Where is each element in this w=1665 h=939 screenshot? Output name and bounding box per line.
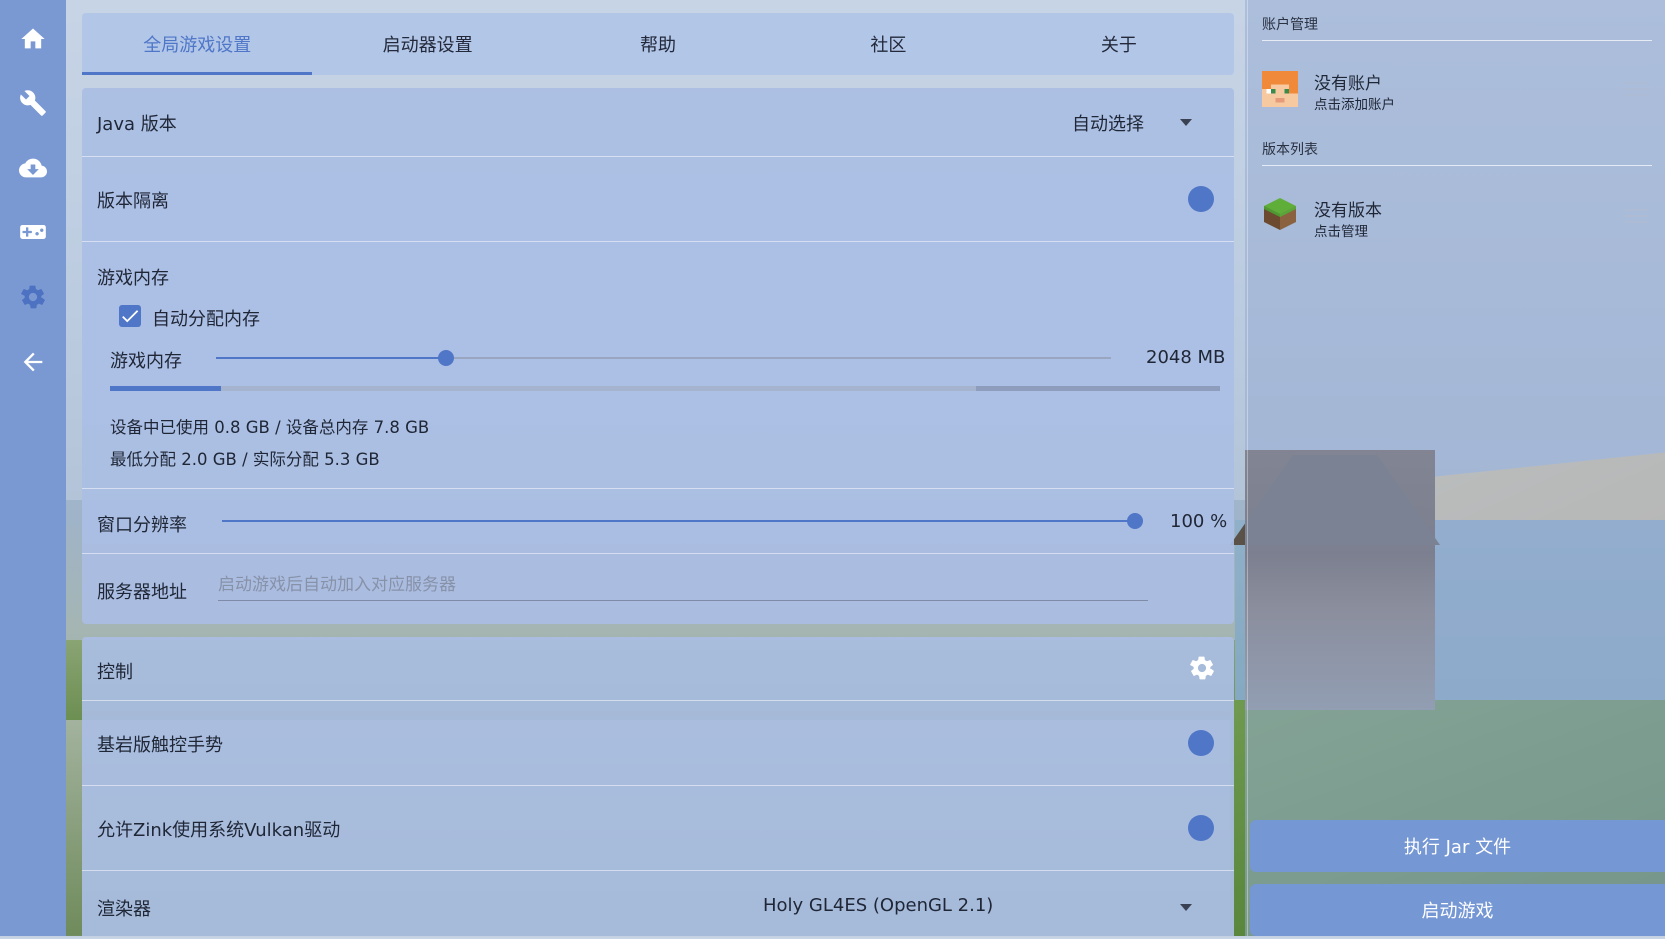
auto-memory-label: 自动分配内存 [152,309,260,330]
nav-rail [0,0,66,936]
tab-launcher-settings[interactable]: 启动器设置 [312,13,542,75]
account-section-divider [1262,40,1652,41]
account-section-title: 账户管理 [1262,17,1318,33]
zink-vulkan-row: 允许Zink使用系统Vulkan驱动 [82,786,1234,871]
tab-help[interactable]: 帮助 [543,13,773,75]
version-section-divider [1262,165,1652,166]
server-address-row: 服务器地址 [82,554,1234,624]
resolution-label: 窗口分辨率 [97,515,187,536]
account-avatar[interactable] [1262,71,1298,107]
account-title[interactable]: 没有账户 [1314,69,1382,94]
control-label: 控制 [97,662,133,683]
tab-global-game-settings[interactable]: 全局游戏设置 [82,13,313,75]
gamepad-icon[interactable] [17,216,49,248]
cloud-download-icon[interactable] [17,152,49,184]
game-memory-section: 游戏内存 自动分配内存 游戏内存 2048 MB 设备中已使用 0.8 GB /… [82,242,1234,489]
version-section-title: 版本列表 [1262,142,1318,158]
version-isolation-label: 版本隔离 [97,191,169,212]
memory-used-bar [110,386,221,391]
chevron-down-icon[interactable] [1180,119,1192,126]
settings-tabs: 全局游戏设置 启动器设置 帮助 社区 关于 [82,13,1234,75]
account-menu-icon[interactable] [1625,82,1649,100]
version-isolation-toggle[interactable] [1188,186,1214,212]
version-title[interactable]: 没有版本 [1314,196,1382,221]
version-menu-icon[interactable] [1625,209,1649,227]
control-row[interactable]: 控制 [82,637,1234,701]
gear-icon[interactable] [17,281,49,313]
allocation-info: 最低分配 2.0 GB / 实际分配 5.3 GB [110,450,380,469]
server-address-label: 服务器地址 [97,582,187,603]
resolution-slider-track[interactable] [222,520,1135,522]
renderer-chevron-down-icon[interactable] [1180,904,1192,911]
java-version-row[interactable]: Java 版本 自动选择 [82,88,1234,157]
bedrock-gesture-label: 基岩版触控手势 [97,735,223,756]
tab-about[interactable]: 关于 [1004,13,1234,75]
server-address-input[interactable] [218,570,1148,601]
java-version-value[interactable]: 自动选择 [1072,110,1144,136]
java-version-label: Java 版本 [97,114,177,135]
tab-community[interactable]: 社区 [773,13,1003,75]
launch-game-button[interactable]: 启动游戏 [1250,884,1665,936]
version-subtitle: 点击管理 [1314,224,1368,240]
control-settings-card: 控制 基岩版触控手势 允许Zink使用系统Vulkan驱动 渲染器 Holy G… [82,637,1234,936]
memory-slider-label: 游戏内存 [110,351,182,372]
memory-usage-bar [110,386,1220,391]
device-memory-info: 设备中已使用 0.8 GB / 设备总内存 7.8 GB [110,418,430,437]
control-gear-icon[interactable] [1188,654,1216,682]
account-subtitle: 点击添加账户 [1314,97,1395,113]
version-isolation-row: 版本隔离 [82,157,1234,242]
resolution-value: 100 % [1170,511,1228,532]
home-icon[interactable] [17,23,49,55]
memory-allocated-bar [221,386,976,391]
memory-value: 2048 MB [1146,347,1226,368]
renderer-label: 渲染器 [97,899,151,920]
memory-section-title: 游戏内存 [97,268,169,289]
game-settings-card: Java 版本 自动选择 版本隔离 游戏内存 自动分配内存 游戏内存 2048 … [82,88,1234,624]
zink-vulkan-label: 允许Zink使用系统Vulkan驱动 [97,820,341,841]
window-resolution-row: 窗口分辨率 100 % [82,489,1234,554]
auto-memory-checkbox[interactable] [119,305,141,327]
renderer-row[interactable]: 渲染器 Holy GL4ES (OpenGL 2.1) [82,871,1234,939]
bedrock-gesture-toggle[interactable] [1188,730,1214,756]
wrench-icon[interactable] [17,87,49,119]
side-divider [1247,0,1248,936]
run-jar-button[interactable]: 执行 Jar 文件 [1250,820,1665,872]
zink-vulkan-toggle[interactable] [1188,815,1214,841]
memory-slider-thumb[interactable] [438,350,454,366]
grass-block-icon[interactable] [1262,196,1298,232]
back-arrow-icon[interactable] [17,346,49,378]
resolution-slider-thumb[interactable] [1127,513,1143,529]
bedrock-gesture-row: 基岩版触控手势 [82,701,1234,786]
renderer-value[interactable]: Holy GL4ES (OpenGL 2.1) [763,895,993,916]
memory-slider-fill [216,357,446,359]
